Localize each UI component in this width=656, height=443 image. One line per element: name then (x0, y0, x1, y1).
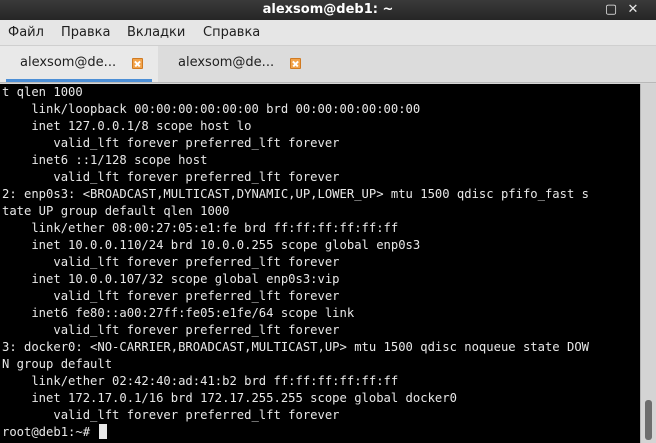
terminal-line: link/ether 08:00:27:05:e1:fe brd ff:ff:f… (2, 221, 399, 235)
tab-label: alexsom@de... (20, 55, 117, 70)
shell-prompt: root@deb1:~# (2, 425, 98, 439)
terminal-line: N group default (2, 357, 113, 371)
tab-close-icon[interactable] (132, 58, 143, 69)
terminal-line: valid_lft forever preferred_lft forever (2, 323, 340, 337)
tab-close-icon[interactable] (290, 58, 301, 69)
terminal-line: valid_lft forever preferred_lft forever (2, 136, 340, 150)
menu-file[interactable]: Файл (8, 24, 44, 42)
menu-tabs[interactable]: Вкладки (127, 24, 185, 42)
tab-bar: alexsom@de... alexsom@de... (0, 46, 656, 83)
prompt-line[interactable]: root@deb1:~# (2, 424, 640, 441)
terminal-line: valid_lft forever preferred_lft forever (2, 289, 340, 303)
close-icon[interactable]: ✕ (624, 1, 642, 19)
terminal-line: link/ether 02:42:40:ad:41:b2 brd ff:ff:f… (2, 374, 399, 388)
terminal-line: inet 10.0.0.110/24 brd 10.0.0.255 scope … (2, 238, 421, 252)
window-title: alexsom@deb1: ~ (262, 2, 394, 17)
terminal-output[interactable]: t qlen 1000 link/loopback 00:00:00:00:00… (0, 84, 640, 443)
terminal-line: 2: enp0s3: <BROADCAST,MULTICAST,DYNAMIC,… (2, 187, 589, 201)
terminal-line: inet 10.0.0.107/32 scope global enp0s3:v… (2, 272, 340, 286)
menu-help[interactable]: Справка (203, 24, 260, 42)
terminal-line: valid_lft forever preferred_lft forever (2, 170, 340, 184)
terminal-line: inet 172.17.0.1/16 brd 172.17.255.255 sc… (2, 391, 457, 405)
terminal-text: t qlen 1000 link/loopback 00:00:00:00:00… (0, 84, 640, 441)
tab-label: alexsom@de... (178, 55, 275, 70)
terminal-line: t qlen 1000 (2, 85, 83, 99)
terminal-line: valid_lft forever preferred_lft forever (2, 408, 340, 422)
tab-1[interactable]: alexsom@de... (0, 46, 158, 82)
active-tab-indicator (6, 79, 152, 82)
menu-bar: Файл Правка Вкладки Справка (0, 20, 656, 46)
terminal-line: valid_lft forever preferred_lft forever (2, 255, 340, 269)
terminal-line: tate UP group default qlen 1000 (2, 204, 230, 218)
terminal-line: link/loopback 00:00:00:00:00:00 brd 00:0… (2, 102, 421, 116)
scrollbar-thumb[interactable] (645, 400, 652, 440)
tab-2[interactable]: alexsom@de... (158, 46, 316, 82)
terminal-scrollbar[interactable] (640, 84, 656, 443)
terminal-line: inet6 ::1/128 scope host (2, 153, 208, 167)
maximize-icon[interactable]: ▢ (602, 1, 620, 19)
terminal-line: inet6 fe80::a00:27ff:fe05:e1fe/64 scope … (2, 306, 355, 320)
text-cursor (99, 424, 108, 439)
menu-edit[interactable]: Правка (61, 24, 110, 42)
terminal-line: 3: docker0: <NO-CARRIER,BROADCAST,MULTIC… (2, 340, 589, 354)
terminal-line: inet 127.0.0.1/8 scope host lo (2, 119, 252, 133)
window-titlebar[interactable]: alexsom@deb1: ~ ▢ ✕ (0, 0, 656, 20)
